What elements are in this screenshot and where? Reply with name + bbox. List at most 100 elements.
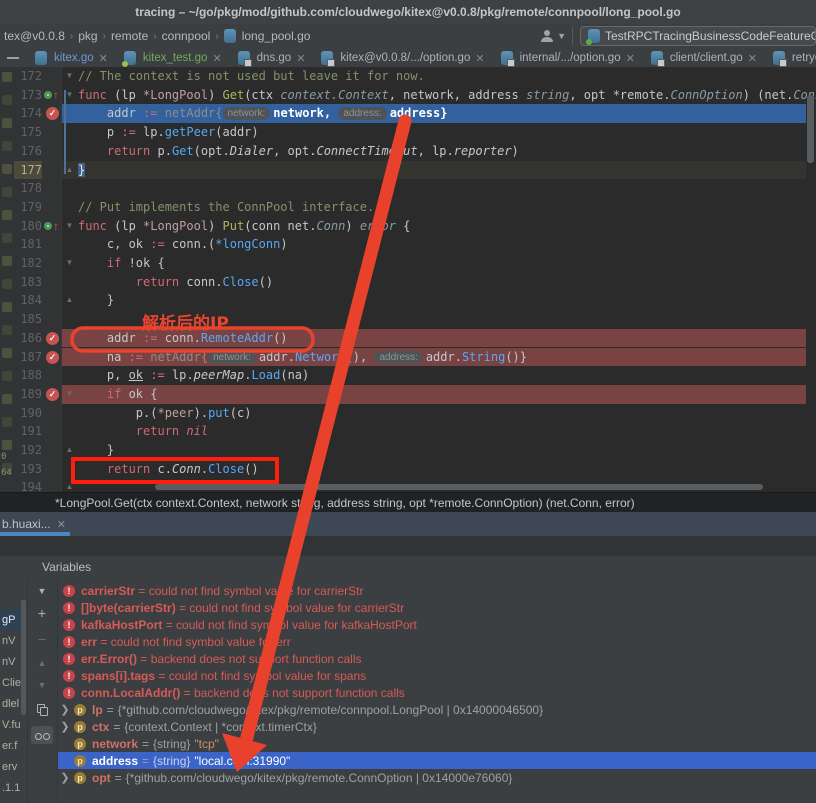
code-line-174[interactable]: 174✓addr := netAddr{network:network, add… xyxy=(0,104,816,123)
code-line-177[interactable]: 177▲} xyxy=(0,161,816,180)
watch-error-text: conn.LocalAddr() = backend does not supp… xyxy=(81,686,405,700)
debugger-signature-bar: *LongPool.Get(ctx context.Context, netwo… xyxy=(0,492,816,512)
code-line-188[interactable]: 188p, ok := lp.peerMap.Load(na) xyxy=(0,366,816,385)
gutter-icon-slot: ✓ xyxy=(43,385,61,404)
breadcrumb-item[interactable]: tex@v0.0.8 xyxy=(4,29,65,43)
code-text: } xyxy=(107,291,114,310)
code-line-183[interactable]: 183return conn.Close() xyxy=(0,273,816,292)
breakpoint-icon[interactable]: ✓ xyxy=(46,332,59,345)
implements-interface-icon[interactable]: ↑ xyxy=(53,87,59,103)
code-line-173[interactable]: 173↑▼func (lp *LongPool) Get(ctx context… xyxy=(0,86,816,105)
run-marker-icon xyxy=(44,222,52,230)
watch-error-row[interactable]: !kafkaHostPort = could not find symbol v… xyxy=(58,616,816,633)
ide-window: tracing – ~/go/pkg/mod/github.com/cloudw… xyxy=(0,0,816,803)
fold-marker[interactable]: ▲ xyxy=(63,441,76,460)
code-line-182[interactable]: 182▼if !ok { xyxy=(0,254,816,273)
variable-name: network xyxy=(92,737,138,751)
watch-error-row[interactable]: !err.Error() = backend does not support … xyxy=(58,650,816,667)
code-line-187[interactable]: 187✓na := netAddr{network:addr.Network()… xyxy=(0,348,816,367)
watch-error-row[interactable]: !spans[i].tags = could not find symbol v… xyxy=(58,667,816,684)
expand-chevron-icon[interactable]: ❯ xyxy=(58,703,72,716)
editor-tab-dns.go[interactable]: dns.go✕ xyxy=(229,48,313,68)
code-line-190[interactable]: 190p.(*peer).put(c) xyxy=(0,404,816,423)
code-text: func (lp *LongPool) Get(ctx context.Cont… xyxy=(78,86,816,105)
fold-marker[interactable]: ▼ xyxy=(63,217,76,236)
gutter-icon-slot xyxy=(43,235,61,254)
watch-error-row[interactable]: !conn.LocalAddr() = backend does not sup… xyxy=(58,684,816,701)
gutter-icon-slot xyxy=(43,460,61,479)
chevron-down-icon[interactable]: ▼ xyxy=(557,31,566,41)
code-line-180[interactable]: 180↑▼func (lp *LongPool) Put(conn net.Co… xyxy=(0,217,816,236)
watch-error-row[interactable]: ![]byte(carrierStr) = could not find sym… xyxy=(58,599,816,616)
close-tab-icon[interactable]: ✕ xyxy=(296,52,305,65)
breadcrumb-file[interactable]: long_pool.go xyxy=(242,29,311,43)
fold-marker[interactable]: ▲ xyxy=(63,291,76,310)
code-line-172[interactable]: 172▼// The context is not used but leave… xyxy=(0,67,816,86)
implements-interface-icon[interactable]: ↑ xyxy=(53,218,59,234)
editor-tab-retryer.go[interactable]: retryer.go✕ xyxy=(764,48,816,68)
line-number: 192 xyxy=(14,441,42,460)
code-line-181[interactable]: 181c, ok := conn.(*longConn) xyxy=(0,235,816,254)
editor-tab-kitex-v0.0.8-...-option.go[interactable]: kitex@v0.0.8/.../option.go✕ xyxy=(312,48,491,68)
line-number: 183 xyxy=(14,273,42,292)
close-icon[interactable]: ✕ xyxy=(57,518,66,531)
code-line-186[interactable]: 186✓addr := conn.RemoteAddr() xyxy=(0,329,816,348)
run-configuration-select[interactable]: TestRPCTracingBusinessCodeFeatureOff in … xyxy=(580,26,816,46)
close-tab-icon[interactable]: ✕ xyxy=(748,52,757,65)
close-tab-icon[interactable]: ✕ xyxy=(99,52,108,65)
variable-row-address[interactable]: paddress={string}"local.com:31990" xyxy=(58,752,816,769)
parameter-icon: p xyxy=(74,738,86,750)
variable-row-ctx[interactable]: ❯pctx={context.Context | *context.timerC… xyxy=(58,718,816,735)
line-number: 180 xyxy=(14,217,42,236)
fold-marker[interactable]: ▼ xyxy=(63,385,76,404)
fold-marker[interactable]: ▲ xyxy=(63,478,76,492)
breadcrumb-item[interactable]: remote xyxy=(111,29,148,43)
editor-tab-kitex.go[interactable]: kitex.go✕ xyxy=(26,48,115,68)
close-tab-icon[interactable]: ✕ xyxy=(212,52,221,65)
variable-row-opt[interactable]: ❯popt={*github.com/cloudwego/kitex/pkg/r… xyxy=(58,769,816,786)
editor-tab-kitex_test.go[interactable]: kitex_test.go✕ xyxy=(115,48,229,68)
watch-error-row[interactable]: !carrierStr = could not find symbol valu… xyxy=(58,582,816,599)
close-tab-icon[interactable]: ✕ xyxy=(626,52,635,65)
fold-marker[interactable]: ▼ xyxy=(63,67,76,86)
expand-chevron-icon[interactable]: ❯ xyxy=(58,720,72,733)
code-line-184[interactable]: 184▲} xyxy=(0,291,816,310)
variable-name: ctx xyxy=(92,720,109,734)
error-icon: ! xyxy=(63,670,75,682)
editor-tab-client-client.go[interactable]: client/client.go✕ xyxy=(642,48,764,68)
editor-tab-internal-...-option.go[interactable]: internal/.../option.go✕ xyxy=(492,48,642,68)
breakpoint-icon[interactable]: ✓ xyxy=(46,388,59,401)
window-title-bar: tracing – ~/go/pkg/mod/github.com/cloudw… xyxy=(0,0,816,24)
horizontal-scrollbar[interactable] xyxy=(155,484,763,490)
vertical-scrollbar[interactable] xyxy=(807,95,814,163)
variable-row-lp[interactable]: ❯plp={*github.com/cloudwego/kitex/pkg/re… xyxy=(58,701,816,718)
code-editor[interactable]: 064 172▼// The context is not used but l… xyxy=(0,67,816,492)
error-icon: ! xyxy=(63,602,75,614)
breakpoint-icon[interactable]: ✓ xyxy=(46,107,59,120)
code-line-189[interactable]: 189✓▼if ok { xyxy=(0,385,816,404)
watch-error-row[interactable]: !err = could not find symbol value for e… xyxy=(58,633,816,650)
breakpoint-icon[interactable]: ✓ xyxy=(46,351,59,364)
user-icon[interactable] xyxy=(539,28,555,44)
breadcrumb-item[interactable]: connpool xyxy=(162,29,211,43)
code-line-191[interactable]: 191return nil xyxy=(0,422,816,441)
code-line-175[interactable]: 175p := lp.getPeer(addr) xyxy=(0,123,816,142)
variable-row-network[interactable]: pnetwork={string}"tcp" xyxy=(58,735,816,752)
gutter-icon-slot xyxy=(43,67,61,86)
breadcrumb-item[interactable]: pkg xyxy=(78,29,97,43)
line-number: 194 xyxy=(14,478,42,492)
code-line-185[interactable]: 185 xyxy=(0,310,816,329)
code-line-178[interactable]: 178 xyxy=(0,179,816,198)
line-number: 181 xyxy=(14,235,42,254)
error-icon: ! xyxy=(63,653,75,665)
code-line-192[interactable]: 192▲} xyxy=(0,441,816,460)
fold-marker[interactable]: ▼ xyxy=(63,254,76,273)
code-line-176[interactable]: 176return p.Get(opt.Dialer, opt.ConnectT… xyxy=(0,142,816,161)
gutter-icon-slot xyxy=(43,291,61,310)
hide-tabs-icon[interactable] xyxy=(0,48,26,68)
expand-chevron-icon[interactable]: ❯ xyxy=(58,771,72,784)
code-line-193[interactable]: 193return c.Conn.Close() xyxy=(0,460,816,479)
close-tab-icon[interactable]: ✕ xyxy=(475,52,484,65)
variable-value: {context.Context | *context.timerCtx} xyxy=(124,720,317,734)
code-line-179[interactable]: 179// Put implements the ConnPool interf… xyxy=(0,198,816,217)
